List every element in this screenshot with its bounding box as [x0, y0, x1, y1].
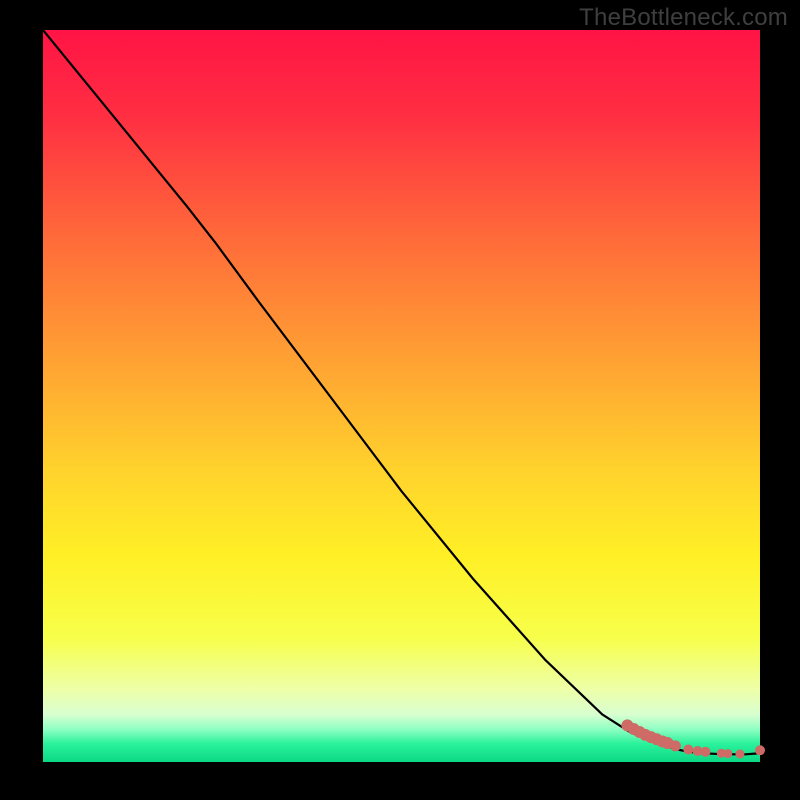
chart-svg — [0, 0, 800, 800]
data-point — [701, 747, 710, 756]
watermark-text: TheBottleneck.com — [579, 4, 788, 32]
chart-frame: TheBottleneck.com — [0, 0, 800, 800]
data-point — [670, 741, 680, 751]
data-point — [756, 746, 765, 755]
data-point — [736, 750, 744, 758]
data-point — [724, 750, 732, 758]
plot-background — [43, 30, 760, 762]
data-point — [684, 745, 693, 754]
